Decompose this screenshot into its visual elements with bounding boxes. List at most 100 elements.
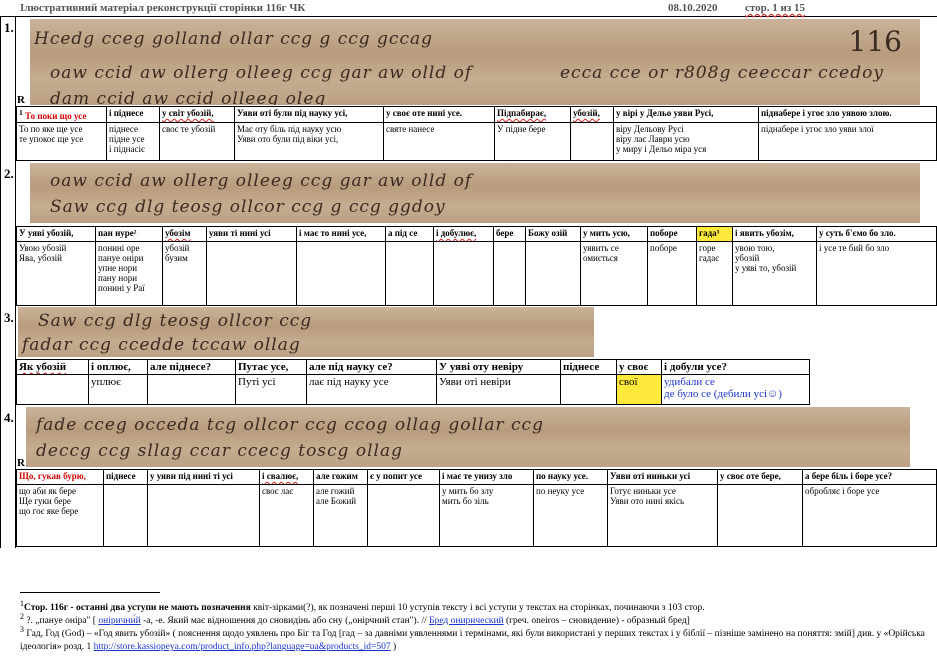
header-cell: У уяві убозій, — [16, 226, 96, 242]
cell: Путі усі — [235, 374, 307, 405]
manuscript-image: oaw ccid aw ollerg olleeg ccg gar aw oll… — [30, 163, 920, 223]
cell: Готує ниньки усе Уяви ото нині якісь — [607, 484, 718, 547]
header-cell: і добули усе? — [661, 359, 810, 375]
header-cell: і оплює, — [88, 359, 148, 375]
cell — [206, 241, 297, 306]
cell: увою тою, убозій у уяві то, убозій — [732, 241, 817, 306]
cell — [433, 241, 494, 306]
store-link[interactable]: http://store.kassiopeya.com/product_info… — [94, 642, 391, 652]
cell: своє те убозій — [159, 122, 235, 161]
header-cell: бере — [493, 226, 526, 242]
header-cell: Божу озій — [525, 226, 581, 242]
cell — [493, 241, 526, 306]
section-number: 1. — [0, 17, 16, 163]
cell: своє лає — [259, 484, 314, 547]
cell: святе нанесе — [383, 122, 495, 161]
cell: свої — [616, 374, 662, 405]
header-cell: піднесе — [560, 359, 617, 375]
header-cell: але піднесе? — [147, 359, 236, 375]
cell: віру Дельову Русі віру лає Лаври усю у м… — [613, 122, 759, 161]
r-mark: R — [17, 94, 25, 106]
header-cell: Уяви оті ниньки усі — [607, 469, 718, 485]
manuscript-image: Hcedg cceg golland ollar ccg g ccg gccag… — [30, 19, 920, 105]
cell: у мить бо злу мить бо зіль — [439, 484, 534, 547]
header-cell: є у попит усе — [367, 469, 440, 485]
cell: удибали се де було се (дебили усі☺) — [661, 374, 810, 405]
cell — [367, 484, 440, 547]
header-cell: убозій, — [570, 106, 614, 123]
header-cell: Путає усе, — [235, 359, 307, 375]
r-mark: R — [17, 457, 25, 469]
header-cell: піднесе — [103, 469, 148, 485]
header-cell: Що, гукав бурю, — [16, 469, 104, 485]
header-cell: Як убозій — [16, 359, 89, 375]
cell: уплює — [88, 374, 148, 405]
header-cell: по науку усе. — [533, 469, 608, 485]
header-cell: убозім — [162, 226, 207, 242]
cell: горе гадає — [696, 241, 733, 306]
header-cell: уяви ті нині усі — [206, 226, 297, 242]
cell: понині оре пануе оніри упне нори пану но… — [95, 241, 163, 306]
cell — [570, 122, 614, 161]
header-cell: гада³ — [696, 226, 733, 242]
transcription-table-2: У уяві убозій, пан нуре² убозім уяви ті … — [16, 226, 937, 306]
header-cell: і піднесе — [106, 106, 160, 123]
manuscript-line: Saw ccg dlg teosg ollcor ccg — [38, 311, 313, 331]
manuscript-line: oaw ccid aw ollerg olleeg ccg gar aw oll… — [50, 171, 473, 191]
manuscript-line: fadar ccg ccedde tccaw ollag — [22, 335, 301, 355]
manuscript-line: ecca cce or r808g ceeccar ccedoy — [560, 63, 884, 83]
cell: по неуку усе — [533, 484, 608, 547]
section-number: 3. — [0, 307, 16, 407]
footnote-separator — [20, 592, 160, 593]
section-number: 2. — [0, 163, 16, 307]
header-cell: і має те унизу зло — [439, 469, 534, 485]
header-cell: Підпабирає, — [494, 106, 571, 123]
document-title: Ілюстративний матеріал реконструкції сто… — [20, 2, 306, 14]
page-indicator: стор. 1 из 15 — [745, 2, 806, 14]
header-cell: у уяви під нині ті усі — [147, 469, 260, 485]
cell: і усе те бий бо зло — [816, 241, 937, 306]
cell — [560, 374, 617, 405]
header-cell: поборе — [647, 226, 697, 242]
cell — [717, 484, 803, 547]
header-cell: у світ убозій, — [159, 106, 235, 123]
manuscript-line: Hcedg cceg golland ollar ccg g ccg gccag — [34, 29, 433, 49]
header-cell: у своє оте нині усе. — [383, 106, 495, 123]
manuscript-image: fade cceg occeda tcg ollcor ccg ccog oll… — [26, 407, 910, 467]
cell: лає під науку усе — [306, 374, 437, 405]
header-cell: Уяви оті були під науку усі, — [234, 106, 384, 123]
cell — [525, 241, 581, 306]
header-cell: і явить убозім, — [732, 226, 817, 242]
header-cell: і свалює, — [259, 469, 314, 485]
cell: У підне бере — [494, 122, 571, 161]
cell — [147, 484, 260, 547]
cell: поборе — [647, 241, 697, 306]
transcription-table-3: Як убозій і оплює, але піднесе? Путає ус… — [16, 359, 810, 405]
manuscript-line: fade cceg occeda tcg ollcor ccg ccog oll… — [36, 415, 544, 435]
header-cell: у вірі у Дельо уяви Русі, — [613, 106, 759, 123]
manuscript-line: Saw ccg dlg teosg ollcor ccg g ccg ggdoy — [50, 197, 446, 217]
cell — [16, 374, 89, 405]
manuscript-line: dam ccid aw ccid olleeg oleg — [50, 89, 327, 105]
page-header: Ілюстративний матеріал реконструкції сто… — [0, 0, 937, 17]
header-cell: але гожим — [313, 469, 368, 485]
cell — [147, 374, 236, 405]
header-cell: У уяві оту невіру — [436, 359, 561, 375]
footnote-3: 3 Гад, Год (God) – «Год явить убозій» ( … — [20, 625, 925, 653]
cell: піднесе підне усе і піднасіє — [106, 122, 160, 161]
cell — [296, 241, 386, 306]
header-cell: і добулює, — [433, 226, 494, 242]
header-cell: піднабере і угоє зло уявою злою. — [758, 106, 937, 123]
header-cell: у мить усю, — [580, 226, 648, 242]
cell: Має оту біль під науку усю Уяви ото були… — [234, 122, 384, 161]
cell: убозій бузим — [162, 241, 207, 306]
header-cell: але під науку се? — [306, 359, 437, 375]
cell — [385, 241, 434, 306]
transcription-table-1: 1 То поки що усе і піднесе у світ убозій… — [16, 106, 937, 161]
manuscript-page-number: 116 — [848, 25, 902, 58]
manuscript-line: deccg ccg sllag ccar ccecg toscg ollag — [36, 441, 403, 461]
document-date: 08.10.2020 — [668, 2, 718, 14]
cell: То по яке ще усе те упокоє ще усе — [16, 122, 107, 161]
cell: що аби як бере Ще гуки бере що гоє яке б… — [16, 484, 104, 547]
header-cell: пан нуре² — [95, 226, 163, 242]
